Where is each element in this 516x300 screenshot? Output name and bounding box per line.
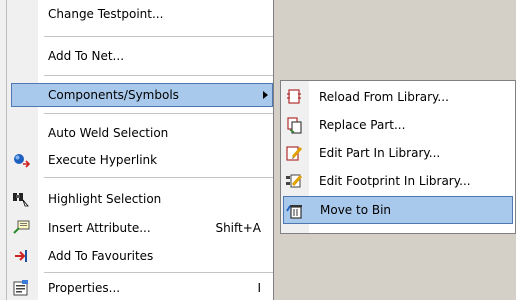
menu-separator — [44, 272, 273, 273]
submenu-item-replace-part[interactable]: Replace Part... — [281, 111, 515, 139]
submenu-arrow-icon — [263, 91, 268, 99]
menu-item-change-testpoint[interactable]: Change Testpoint... — [0, 2, 273, 26]
submenu-item-move-to-bin[interactable]: Move to Bin — [283, 196, 513, 224]
menu-item-label: Insert Attribute... — [48, 221, 151, 235]
submenu-item-label: Replace Part... — [319, 118, 406, 132]
menu-item-label: Add To Net... — [48, 49, 125, 63]
menu-item-highlight-selection[interactable]: Highlight Selection — [0, 187, 273, 211]
menu-item-execute-hyperlink[interactable]: Execute Hyperlink — [0, 148, 273, 172]
submenu-item-label: Edit Footprint In Library... — [319, 174, 471, 188]
submenu-item-label: Move to Bin — [320, 203, 392, 217]
context-menu: Change Testpoint... Add To Net... Compon… — [0, 0, 274, 300]
edit-footprint-icon — [285, 172, 303, 190]
menu-item-shortcut: Shift+A — [215, 221, 261, 235]
reload-icon — [285, 88, 303, 106]
menu-item-label: Properties... — [48, 281, 121, 295]
menu-separator — [44, 75, 273, 76]
menu-item-add-to-favourites[interactable]: Add To Favourites — [0, 244, 273, 268]
menu-item-auto-weld-selection[interactable]: Auto Weld Selection — [0, 121, 273, 145]
submenu-item-edit-footprint-in-library[interactable]: Edit Footprint In Library... — [281, 167, 515, 195]
menu-item-label: Auto Weld Selection — [48, 126, 169, 140]
submenu-item-label: Reload From Library... — [319, 90, 449, 104]
highlight-icon — [12, 190, 30, 208]
hyperlink-icon — [12, 151, 30, 169]
menu-item-label: Execute Hyperlink — [48, 153, 158, 167]
menu-item-properties[interactable]: Properties... I — [0, 276, 273, 300]
menu-separator — [44, 36, 273, 37]
menu-item-label: Components/Symbols — [48, 88, 179, 102]
menu-item-components-symbols[interactable]: Components/Symbols — [11, 83, 273, 107]
replace-icon — [285, 116, 303, 134]
menu-separator — [44, 113, 273, 114]
submenu-item-reload-from-library[interactable]: Reload From Library... — [281, 83, 515, 111]
menu-item-add-to-net[interactable]: Add To Net... — [0, 44, 273, 68]
menu-item-label: Highlight Selection — [48, 192, 162, 206]
bin-icon — [286, 202, 304, 220]
favourites-icon — [12, 247, 30, 265]
submenu-item-edit-part-in-library[interactable]: Edit Part In Library... — [281, 139, 515, 167]
menu-item-label: Add To Favourites — [48, 249, 154, 263]
attribute-icon — [12, 219, 30, 237]
menu-item-label: Change Testpoint... — [48, 7, 164, 21]
menu-item-shortcut: I — [257, 281, 261, 295]
submenu-item-label: Edit Part In Library... — [319, 146, 441, 160]
components-symbols-submenu: Reload From Library... Replace Part... E… — [280, 80, 516, 234]
edit-part-icon — [285, 144, 303, 162]
menu-separator — [44, 177, 273, 178]
properties-icon — [12, 279, 30, 297]
menu-item-insert-attribute[interactable]: Insert Attribute... Shift+A — [0, 216, 273, 240]
